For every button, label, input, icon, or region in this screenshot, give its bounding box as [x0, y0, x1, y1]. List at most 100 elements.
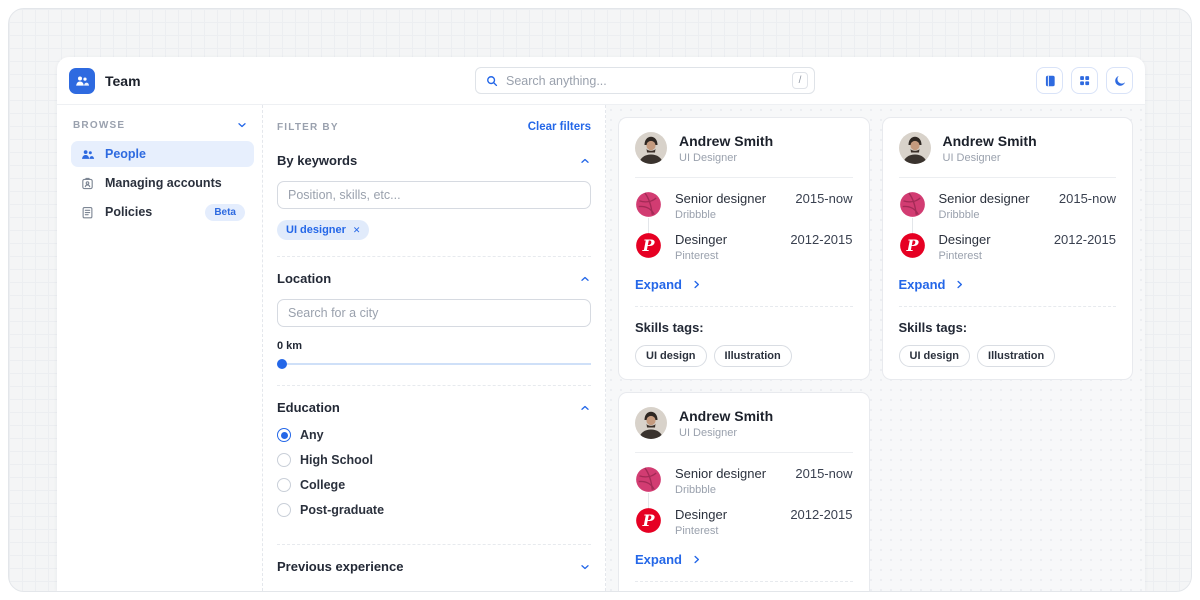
beta-badge: Beta	[205, 204, 245, 221]
city-search-input[interactable]	[277, 299, 591, 327]
person-name: Andrew Smith	[679, 133, 773, 149]
sidebar-item-policies[interactable]: Policies Beta	[71, 199, 254, 225]
topbar-actions	[1036, 67, 1133, 94]
document-icon	[80, 205, 95, 220]
experience-title: Desinger	[675, 507, 777, 522]
radio-label: High School	[300, 453, 373, 467]
apps-grid-button[interactable]	[1071, 67, 1098, 94]
slider-track[interactable]	[277, 363, 591, 365]
experience-title: Senior designer	[675, 191, 782, 206]
person-card: Andrew Smith UI Designer	[618, 392, 870, 591]
experience-title: Senior designer	[939, 191, 1046, 206]
moon-icon	[1113, 74, 1127, 88]
experience-list: Senior designer Dribbble 2015-now P	[635, 453, 853, 537]
experience-title: Senior designer	[675, 466, 782, 481]
people-icon	[80, 147, 95, 162]
radio-button[interactable]	[277, 503, 291, 517]
radio-label: Post-graduate	[300, 503, 384, 517]
experience-row: Senior designer Dribbble 2015-now	[635, 191, 853, 221]
skill-tag[interactable]: Illustration	[714, 345, 792, 367]
experience-company: Pinterest	[939, 250, 1041, 262]
skill-tag[interactable]: UI design	[635, 345, 707, 367]
previous-experience-title: Previous experience	[277, 559, 403, 574]
skills-label: Skills tags:	[635, 320, 853, 335]
dark-mode-button[interactable]	[1106, 67, 1133, 94]
book-icon	[1043, 74, 1057, 88]
results-area: Andrew Smith UI Designer	[606, 105, 1145, 591]
experience-title: Desinger	[939, 232, 1041, 247]
remove-tag-icon[interactable]: ✕	[353, 225, 361, 236]
experience-company: Dribbble	[675, 484, 782, 496]
sidebar: BROWSE People	[57, 105, 263, 591]
radio-label: Any	[300, 428, 324, 442]
previous-experience-section: Previous experience	[277, 544, 591, 590]
app-logo[interactable]	[69, 68, 95, 94]
radio-college[interactable]: College	[277, 478, 591, 492]
person-role: UI Designer	[943, 152, 1037, 164]
experience-company: Dribbble	[939, 209, 1046, 221]
sidebar-item-label: Managing accounts	[105, 176, 222, 190]
chevron-right-icon	[954, 279, 965, 290]
browse-label: BROWSE	[73, 120, 125, 131]
skill-tag[interactable]: Illustration	[977, 345, 1055, 367]
education-title: Education	[277, 400, 340, 415]
avatar	[635, 132, 667, 164]
keyword-tag-label: UI designer	[286, 224, 346, 236]
avatar	[899, 132, 931, 164]
experience-list: Senior designer Dribbble 2015-now P	[899, 178, 1117, 262]
radio-button[interactable]	[277, 478, 291, 492]
search-input[interactable]	[506, 74, 785, 88]
distance-slider[interactable]	[277, 359, 591, 369]
experience-list: Senior designer Dribbble 2015-now P	[635, 178, 853, 262]
expand-link[interactable]: Expand	[635, 548, 853, 581]
person-role: UI Designer	[679, 152, 773, 164]
radio-button[interactable]	[277, 428, 291, 442]
sidebar-item-people[interactable]: People	[71, 141, 254, 167]
experience-period: 2012-2015	[1054, 232, 1116, 247]
expand-link[interactable]: Expand	[899, 273, 1117, 306]
chevron-down-icon[interactable]	[579, 561, 591, 573]
experience-title: Desinger	[675, 232, 777, 247]
keyword-tag-ui-designer[interactable]: UI designer ✕	[277, 220, 369, 240]
dribbble-icon	[899, 191, 926, 218]
person-name: Andrew Smith	[679, 408, 773, 424]
radio-post-graduate[interactable]: Post-graduate	[277, 503, 591, 517]
keywords-title: By keywords	[277, 153, 357, 168]
experience-period: 2012-2015	[790, 507, 852, 522]
radio-any[interactable]: Any	[277, 428, 591, 442]
chevron-up-icon[interactable]	[579, 402, 591, 414]
experience-row: Senior designer Dribbble 2015-now	[635, 466, 853, 496]
book-button[interactable]	[1036, 67, 1063, 94]
experience-row: P Desinger Pinterest 2012-2015	[635, 507, 853, 537]
chevron-up-icon[interactable]	[579, 273, 591, 285]
sidebar-item-managing-accounts[interactable]: Managing accounts	[71, 170, 254, 196]
keywords-section: By keywords UI designer ✕	[277, 153, 591, 256]
expand-label: Expand	[635, 277, 682, 292]
person-name: Andrew Smith	[943, 133, 1037, 149]
id-badge-icon	[80, 176, 95, 191]
keywords-input[interactable]	[277, 181, 591, 209]
clear-filters-link[interactable]: Clear filters	[528, 121, 591, 133]
pinterest-icon: P	[899, 232, 926, 259]
skill-tag[interactable]: UI design	[899, 345, 971, 367]
experience-row: P Desinger Pinterest 2012-2015	[635, 232, 853, 262]
radio-high-school[interactable]: High School	[277, 453, 591, 467]
app-window: Team /	[57, 57, 1145, 591]
dribbble-icon	[635, 191, 662, 218]
expand-link[interactable]: Expand	[635, 273, 853, 306]
brand: Team	[69, 68, 319, 94]
experience-row: Senior designer Dribbble 2015-now	[899, 191, 1117, 221]
radio-button[interactable]	[277, 453, 291, 467]
person-role: UI Designer	[679, 427, 773, 439]
sidebar-item-label: Policies	[105, 205, 152, 219]
grid-icon	[1078, 74, 1091, 87]
person-card: Andrew Smith UI Designer	[882, 117, 1134, 380]
slider-thumb[interactable]	[277, 359, 287, 369]
global-search[interactable]: /	[475, 67, 815, 94]
team-people-icon	[74, 73, 90, 89]
chevron-up-icon[interactable]	[579, 155, 591, 167]
experience-period: 2015-now	[795, 466, 852, 481]
app-title: Team	[105, 73, 141, 89]
chevron-right-icon	[691, 279, 702, 290]
browse-header[interactable]: BROWSE	[71, 119, 254, 131]
